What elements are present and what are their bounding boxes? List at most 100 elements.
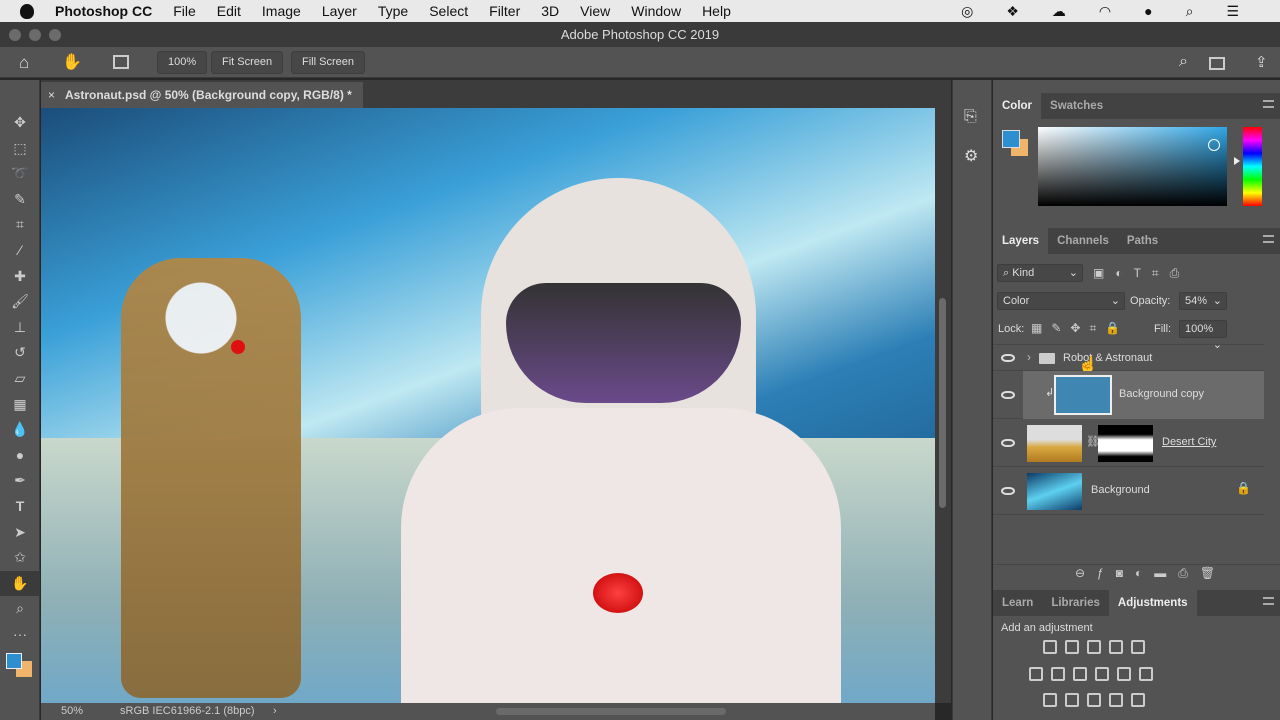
layer-filter-icons[interactable]: ▣◐T⌗⎙ xyxy=(1093,266,1190,281)
path-select-icon[interactable]: ➤ xyxy=(0,520,40,546)
layer-name[interactable]: Desert City xyxy=(1162,436,1216,448)
levels-icon[interactable] xyxy=(1065,640,1079,654)
menu-window[interactable]: Window xyxy=(631,3,681,19)
close-window-button[interactable] xyxy=(9,29,21,41)
horizontal-scrollbar[interactable] xyxy=(496,708,726,715)
menu-3d[interactable]: 3D xyxy=(541,3,559,19)
search-icon[interactable]: ⌕ xyxy=(1179,53,1188,71)
hand-tool-icon[interactable]: ✋ xyxy=(0,570,40,597)
menu-view[interactable]: View xyxy=(580,3,610,19)
document-tab[interactable]: × Astronaut.psd @ 50% (Background copy, … xyxy=(41,82,363,108)
vibrance-icon[interactable] xyxy=(1131,640,1145,654)
channel-mixer-icon[interactable] xyxy=(1117,667,1131,681)
hue-saturation-icon[interactable] xyxy=(1029,667,1043,681)
blur-tool-icon[interactable]: 💧 xyxy=(0,417,40,443)
zoom-level[interactable]: 50% xyxy=(61,703,83,720)
layers-footer-icons[interactable]: ⊖ƒ◙◐▬⎙🗑 xyxy=(1075,566,1227,581)
hue-slider-handle[interactable] xyxy=(1234,157,1240,165)
quick-select-tool-icon[interactable]: ✎ xyxy=(0,187,40,213)
pen-tool-icon[interactable]: ✒ xyxy=(0,468,40,494)
history-brush-icon[interactable]: ↺ xyxy=(0,340,40,366)
fill-field[interactable]: 100% ⌄ xyxy=(1179,320,1227,351)
visibility-eye-icon[interactable] xyxy=(1001,354,1015,362)
tab-adjustments[interactable]: Adjustments xyxy=(1108,590,1197,616)
panel-menu-icon[interactable] xyxy=(1263,235,1274,243)
layer-name[interactable]: Background xyxy=(1091,484,1150,496)
menu-filter[interactable]: Filter xyxy=(489,3,520,19)
layer-filter-kind[interactable]: ⌕ Kind ⌄ xyxy=(997,264,1083,282)
tab-libraries[interactable]: Libraries xyxy=(1042,590,1109,616)
share-icon[interactable]: ⇪ xyxy=(1255,53,1268,71)
layer-mask-thumbnail[interactable] xyxy=(1098,425,1153,462)
panel-menu-icon[interactable] xyxy=(1263,100,1274,108)
expand-chevron-icon[interactable]: › xyxy=(1027,350,1031,364)
shape-tool-icon[interactable]: ✩ xyxy=(0,545,40,571)
layer-name[interactable]: Background copy xyxy=(1119,388,1204,400)
opacity-field[interactable]: 54% ⌄ xyxy=(1179,292,1227,310)
close-tab-icon[interactable]: × xyxy=(48,82,55,108)
color-picker-cursor[interactable] xyxy=(1208,139,1220,151)
history-panel-icon[interactable]: ⎘ xyxy=(964,108,977,126)
wifi-icon[interactable]: ◠ xyxy=(1099,3,1111,20)
color-lookup-icon[interactable] xyxy=(1139,667,1153,681)
fit-screen-button[interactable]: Fit Screen xyxy=(211,51,284,74)
menu-select[interactable]: Select xyxy=(429,3,468,19)
marquee-tool-icon[interactable]: ⬚ xyxy=(0,136,40,162)
color-swatches[interactable] xyxy=(0,647,39,687)
app-menu[interactable]: Photoshop CC xyxy=(55,3,152,19)
color-field[interactable] xyxy=(1038,127,1227,206)
foreground-color-swatch[interactable] xyxy=(6,653,22,670)
curves-icon[interactable] xyxy=(1087,640,1101,654)
tab-learn[interactable]: Learn xyxy=(993,590,1042,616)
threshold-icon[interactable] xyxy=(1087,693,1101,707)
color-balance-icon[interactable] xyxy=(1051,667,1065,681)
user-icon[interactable]: ● xyxy=(1144,3,1152,20)
eraser-tool-icon[interactable]: ▱ xyxy=(0,366,40,392)
dodge-tool-icon[interactable]: ● xyxy=(0,443,40,469)
layer-thumbnail[interactable] xyxy=(1027,473,1082,510)
visibility-eye-icon[interactable] xyxy=(1001,439,1015,447)
zoom-tool-icon[interactable]: ⌕ xyxy=(0,596,40,622)
healing-brush-icon[interactable]: ✚ xyxy=(0,264,40,290)
more-tools-icon[interactable]: ··· xyxy=(0,622,40,648)
menu-type[interactable]: Type xyxy=(378,3,408,19)
menu-help[interactable]: Help xyxy=(702,3,731,19)
apple-icon[interactable] xyxy=(20,3,34,19)
brightness-icon[interactable] xyxy=(1043,640,1057,654)
dropbox-icon[interactable]: ❖ xyxy=(1006,3,1019,20)
layer-name[interactable]: Robot & Astronaut xyxy=(1063,352,1152,364)
layer-row-desert-city[interactable]: ⛓ Desert City xyxy=(993,419,1264,467)
black-white-icon[interactable] xyxy=(1073,667,1087,681)
zoom-window-button[interactable] xyxy=(49,29,61,41)
tab-layers[interactable]: Layers xyxy=(993,228,1049,254)
layer-row-background-copy[interactable]: ↲ Background copy xyxy=(993,371,1264,419)
brush-tool-icon[interactable]: 🖌 xyxy=(0,289,40,315)
menu-layer[interactable]: Layer xyxy=(322,3,357,19)
cloud-icon[interactable]: ☁ xyxy=(1052,3,1066,20)
hue-slider[interactable] xyxy=(1243,127,1262,206)
tab-paths[interactable]: Paths xyxy=(1118,228,1167,254)
panel-menu-icon[interactable] xyxy=(1263,597,1274,605)
spotlight-icon[interactable]: ⌕ xyxy=(1186,3,1194,20)
scrollbar-thumb[interactable] xyxy=(939,298,946,508)
menu-image[interactable]: Image xyxy=(262,3,301,19)
move-tool-icon[interactable]: ✥ xyxy=(0,110,40,136)
home-icon[interactable]: ⌂ xyxy=(19,53,29,73)
fill-layer-thumbnail[interactable] xyxy=(1054,375,1112,415)
workspace-icon[interactable] xyxy=(1209,57,1225,70)
minimize-window-button[interactable] xyxy=(29,29,41,41)
fill-screen-button[interactable]: Fill Screen xyxy=(291,51,365,74)
invert-icon[interactable] xyxy=(1043,693,1057,707)
clone-stamp-icon[interactable]: ⊥ xyxy=(0,315,40,341)
notifications-icon[interactable]: ☰ xyxy=(1226,3,1239,20)
menu-file[interactable]: File xyxy=(173,3,196,19)
exposure-icon[interactable] xyxy=(1109,640,1123,654)
tab-color[interactable]: Color xyxy=(993,93,1042,119)
visibility-eye-icon[interactable] xyxy=(1001,487,1015,495)
crop-tool-icon[interactable]: ⌗ xyxy=(0,212,40,238)
hand-tool-icon[interactable]: ✋ xyxy=(62,52,82,72)
menu-edit[interactable]: Edit xyxy=(217,3,241,19)
blend-mode-select[interactable]: Color ⌄ xyxy=(997,292,1125,310)
layer-row-background[interactable]: Background 🔒 xyxy=(993,467,1264,515)
selective-color-icon[interactable] xyxy=(1109,693,1123,707)
